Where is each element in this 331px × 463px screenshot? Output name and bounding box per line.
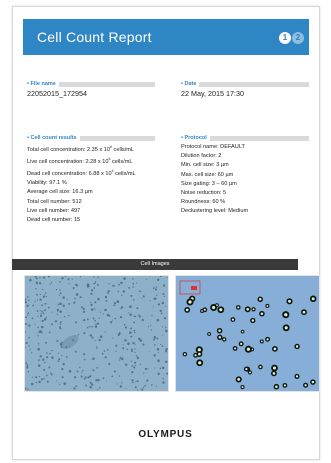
counted-cells-image: [176, 276, 319, 391]
cell-count-results-section: • Cell count results Total cell concentr…: [27, 135, 155, 225]
protocol-line: Min. cell size: 3 µm: [181, 162, 229, 169]
cell-image-counted[interactable]: [175, 275, 320, 392]
protocol-line: Size gating: 3 – 60 µm: [181, 180, 237, 187]
result-line: Total cell number: 512: [27, 198, 82, 205]
protocol-line: Max. cell size: 60 µm: [181, 171, 234, 178]
protocol-line: Noise reduction: 5: [181, 190, 227, 197]
result-line: Total cell concentration: 2.35 x 106 cel…: [27, 145, 135, 153]
result-line: Live cell concentration: 2.28 x 106 cell…: [27, 157, 133, 165]
page-indicator-next[interactable]: 2: [292, 32, 304, 44]
protocol-line: Declustering level: Medium: [181, 208, 249, 215]
result-line: Viability: 97.1 %: [27, 180, 67, 187]
results-heading: • Cell count results: [27, 135, 80, 142]
protocol-line: Dilution factor: 2: [181, 153, 222, 160]
olympus-logo: OLYMPUS: [138, 429, 193, 440]
result-line: Average cell size: 16.3 µm: [27, 189, 93, 196]
cell-image-brightfield[interactable]: [24, 275, 169, 392]
file-name-section: • File name 22052015_172954: [27, 81, 155, 99]
result-line: Live cell number: 497: [27, 207, 81, 214]
protocol-line: Roundness: 60 %: [181, 199, 226, 206]
date-value: 22 May, 2015 17:30: [181, 89, 245, 98]
section-divider: [181, 82, 309, 87]
page-indicator-current[interactable]: 1: [279, 32, 291, 44]
report-title: Cell Count Report: [37, 29, 152, 45]
protocol-line: Protocol name: DEFAULT: [181, 144, 245, 150]
result-line: Dead cell number: 15: [27, 217, 81, 223]
protocol-heading: • Protocol: [181, 135, 210, 142]
result-line: Dead cell concentration: 6.88 x 104 cell…: [27, 169, 136, 177]
report-header: Cell Count Report 1 2: [23, 19, 309, 55]
protocol-section: • Protocol Protocol name: DEFAULT Diluti…: [181, 135, 309, 217]
date-section: • Date 22 May, 2015 17:30: [181, 81, 309, 99]
file-name-heading: • File name: [27, 81, 59, 88]
date-heading: • Date: [181, 81, 200, 88]
cell-images-bar: Cell Images: [12, 259, 298, 270]
file-name-value: 22052015_172954: [27, 89, 87, 98]
brightfield-image: [25, 276, 168, 391]
